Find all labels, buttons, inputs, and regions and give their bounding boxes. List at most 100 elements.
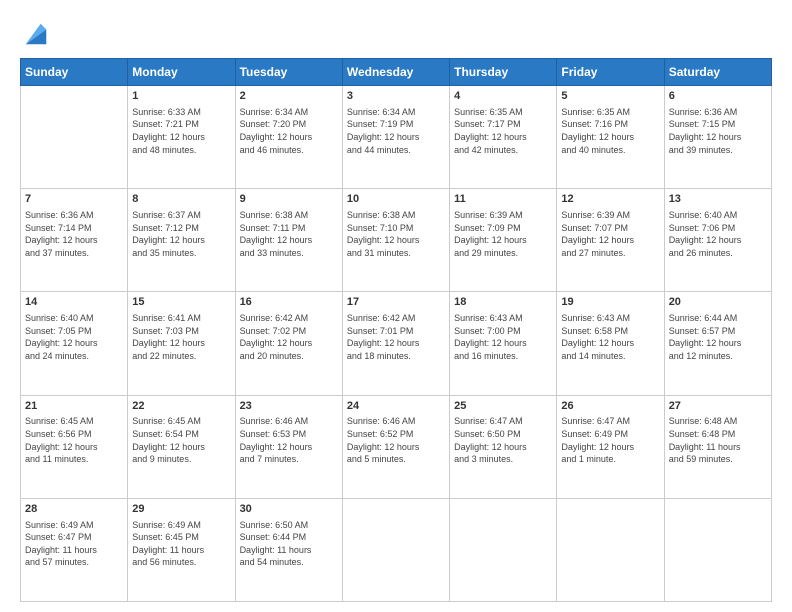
cell-content: Sunrise: 6:45 AM Sunset: 6:56 PM Dayligh… (25, 415, 123, 465)
cell-content: Sunrise: 6:43 AM Sunset: 6:58 PM Dayligh… (561, 312, 659, 362)
day-number: 17 (347, 295, 445, 310)
day-number: 18 (454, 295, 552, 310)
calendar-cell: 15 Sunrise: 6:41 AM Sunset: 7:03 PM Dayli… (128, 292, 235, 395)
calendar-cell (557, 498, 664, 601)
calendar-cell: 16 Sunrise: 6:42 AM Sunset: 7:02 PM Dayli… (235, 292, 342, 395)
day-header-friday: Friday (557, 59, 664, 86)
day-number: 9 (240, 192, 338, 207)
calendar-cell: 9 Sunrise: 6:38 AM Sunset: 7:11 PM Daylig… (235, 189, 342, 292)
cell-content: Sunrise: 6:38 AM Sunset: 7:10 PM Dayligh… (347, 209, 445, 259)
cell-content: Sunrise: 6:45 AM Sunset: 6:54 PM Dayligh… (132, 415, 230, 465)
day-number: 27 (669, 399, 767, 414)
page: SundayMondayTuesdayWednesdayThursdayFrid… (0, 0, 792, 612)
calendar-cell: 17 Sunrise: 6:42 AM Sunset: 7:01 PM Dayli… (342, 292, 449, 395)
day-number: 12 (561, 192, 659, 207)
day-number: 14 (25, 295, 123, 310)
day-number: 29 (132, 502, 230, 517)
cell-content: Sunrise: 6:47 AM Sunset: 6:49 PM Dayligh… (561, 415, 659, 465)
calendar-cell: 8 Sunrise: 6:37 AM Sunset: 7:12 PM Daylig… (128, 189, 235, 292)
day-number: 1 (132, 89, 230, 104)
day-number: 23 (240, 399, 338, 414)
cell-content: Sunrise: 6:48 AM Sunset: 6:48 PM Dayligh… (669, 415, 767, 465)
week-row-5: 28 Sunrise: 6:49 AM Sunset: 6:47 PM Dayli… (21, 498, 772, 601)
day-number: 19 (561, 295, 659, 310)
cell-content: Sunrise: 6:37 AM Sunset: 7:12 PM Dayligh… (132, 209, 230, 259)
calendar-cell: 1 Sunrise: 6:33 AM Sunset: 7:21 PM Daylig… (128, 86, 235, 189)
day-number: 2 (240, 89, 338, 104)
cell-content: Sunrise: 6:42 AM Sunset: 7:02 PM Dayligh… (240, 312, 338, 362)
calendar-cell: 11 Sunrise: 6:39 AM Sunset: 7:09 PM Dayli… (450, 189, 557, 292)
calendar-cell: 20Sunrise: 6:44 AM Sunset: 6:57 PM Dayli… (664, 292, 771, 395)
cell-content: Sunrise: 6:50 AM Sunset: 6:44 PM Dayligh… (240, 519, 338, 569)
week-row-4: 21Sunrise: 6:45 AM Sunset: 6:56 PM Dayli… (21, 395, 772, 498)
day-number: 13 (669, 192, 767, 207)
day-header-thursday: Thursday (450, 59, 557, 86)
calendar-cell: 19 Sunrise: 6:43 AM Sunset: 6:58 PM Dayli… (557, 292, 664, 395)
cell-content: Sunrise: 6:43 AM Sunset: 7:00 PM Dayligh… (454, 312, 552, 362)
day-number: 24 (347, 399, 445, 414)
calendar-cell: 13 Sunrise: 6:40 AM Sunset: 7:06 PM Dayli… (664, 189, 771, 292)
day-header-sunday: Sunday (21, 59, 128, 86)
calendar-cell: 25Sunrise: 6:47 AM Sunset: 6:50 PM Dayli… (450, 395, 557, 498)
day-number: 10 (347, 192, 445, 207)
calendar-cell (664, 498, 771, 601)
day-number: 15 (132, 295, 230, 310)
cell-content: Sunrise: 6:39 AM Sunset: 7:07 PM Dayligh… (561, 209, 659, 259)
calendar-cell: 12 Sunrise: 6:39 AM Sunset: 7:07 PM Dayli… (557, 189, 664, 292)
cell-content: Sunrise: 6:36 AM Sunset: 7:15 PM Dayligh… (669, 106, 767, 156)
week-row-3: 14Sunrise: 6:40 AM Sunset: 7:05 PM Dayli… (21, 292, 772, 395)
calendar-cell: 14Sunrise: 6:40 AM Sunset: 7:05 PM Dayli… (21, 292, 128, 395)
day-number: 26 (561, 399, 659, 414)
calendar-cell: 22Sunrise: 6:45 AM Sunset: 6:54 PM Dayli… (128, 395, 235, 498)
day-header-tuesday: Tuesday (235, 59, 342, 86)
day-number: 5 (561, 89, 659, 104)
cell-content: Sunrise: 6:41 AM Sunset: 7:03 PM Dayligh… (132, 312, 230, 362)
cell-content: Sunrise: 6:34 AM Sunset: 7:20 PM Dayligh… (240, 106, 338, 156)
day-number: 11 (454, 192, 552, 207)
calendar-cell: 2 Sunrise: 6:34 AM Sunset: 7:20 PM Daylig… (235, 86, 342, 189)
week-row-1: 1 Sunrise: 6:33 AM Sunset: 7:21 PM Daylig… (21, 86, 772, 189)
calendar-cell: 23Sunrise: 6:46 AM Sunset: 6:53 PM Dayli… (235, 395, 342, 498)
logo (20, 20, 50, 48)
calendar-cell: 29 Sunrise: 6:49 AM Sunset: 6:45 PM Dayli… (128, 498, 235, 601)
cell-content: Sunrise: 6:42 AM Sunset: 7:01 PM Dayligh… (347, 312, 445, 362)
cell-content: Sunrise: 6:49 AM Sunset: 6:47 PM Dayligh… (25, 519, 123, 569)
calendar-cell: 26Sunrise: 6:47 AM Sunset: 6:49 PM Dayli… (557, 395, 664, 498)
calendar-header-row: SundayMondayTuesdayWednesdayThursdayFrid… (21, 59, 772, 86)
calendar-cell: 18 Sunrise: 6:43 AM Sunset: 7:00 PM Dayli… (450, 292, 557, 395)
day-header-saturday: Saturday (664, 59, 771, 86)
day-header-monday: Monday (128, 59, 235, 86)
day-header-wednesday: Wednesday (342, 59, 449, 86)
cell-content: Sunrise: 6:38 AM Sunset: 7:11 PM Dayligh… (240, 209, 338, 259)
day-number: 6 (669, 89, 767, 104)
cell-content: Sunrise: 6:39 AM Sunset: 7:09 PM Dayligh… (454, 209, 552, 259)
day-number: 4 (454, 89, 552, 104)
calendar-cell: 28 Sunrise: 6:49 AM Sunset: 6:47 PM Dayli… (21, 498, 128, 601)
cell-content: Sunrise: 6:40 AM Sunset: 7:06 PM Dayligh… (669, 209, 767, 259)
header (20, 16, 772, 48)
calendar-cell: 5Sunrise: 6:35 AM Sunset: 7:16 PM Daylig… (557, 86, 664, 189)
calendar-cell: 24Sunrise: 6:46 AM Sunset: 6:52 PM Dayli… (342, 395, 449, 498)
cell-content: Sunrise: 6:35 AM Sunset: 7:17 PM Dayligh… (454, 106, 552, 156)
day-number: 3 (347, 89, 445, 104)
calendar-table: SundayMondayTuesdayWednesdayThursdayFrid… (20, 58, 772, 602)
day-number: 8 (132, 192, 230, 207)
cell-content: Sunrise: 6:36 AM Sunset: 7:14 PM Dayligh… (25, 209, 123, 259)
calendar-cell: 21Sunrise: 6:45 AM Sunset: 6:56 PM Dayli… (21, 395, 128, 498)
calendar-cell: 3Sunrise: 6:34 AM Sunset: 7:19 PM Daylig… (342, 86, 449, 189)
cell-content: Sunrise: 6:47 AM Sunset: 6:50 PM Dayligh… (454, 415, 552, 465)
week-row-2: 7Sunrise: 6:36 AM Sunset: 7:14 PM Daylig… (21, 189, 772, 292)
cell-content: Sunrise: 6:46 AM Sunset: 6:53 PM Dayligh… (240, 415, 338, 465)
calendar-cell: 27Sunrise: 6:48 AM Sunset: 6:48 PM Dayli… (664, 395, 771, 498)
cell-content: Sunrise: 6:49 AM Sunset: 6:45 PM Dayligh… (132, 519, 230, 569)
day-number: 25 (454, 399, 552, 414)
day-number: 28 (25, 502, 123, 517)
calendar-cell (450, 498, 557, 601)
cell-content: Sunrise: 6:46 AM Sunset: 6:52 PM Dayligh… (347, 415, 445, 465)
cell-content: Sunrise: 6:33 AM Sunset: 7:21 PM Dayligh… (132, 106, 230, 156)
calendar-cell: 10 Sunrise: 6:38 AM Sunset: 7:10 PM Dayli… (342, 189, 449, 292)
calendar-cell: 6 Sunrise: 6:36 AM Sunset: 7:15 PM Daylig… (664, 86, 771, 189)
day-number: 16 (240, 295, 338, 310)
calendar-cell: 7Sunrise: 6:36 AM Sunset: 7:14 PM Daylig… (21, 189, 128, 292)
calendar-cell (342, 498, 449, 601)
